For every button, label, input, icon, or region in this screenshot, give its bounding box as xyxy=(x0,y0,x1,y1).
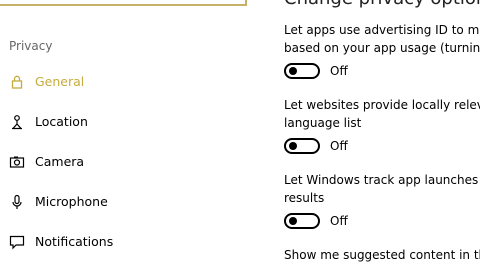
toggle-knob xyxy=(289,217,297,225)
language-list-toggle[interactable] xyxy=(284,138,320,154)
location-person-icon xyxy=(9,114,25,130)
option-text-line: Let websites provide locally relevant co… xyxy=(284,98,480,112)
sidebar-item-label: General xyxy=(35,74,85,89)
search-input[interactable] xyxy=(0,0,247,6)
sidebar-item-label: Microphone xyxy=(35,194,108,209)
sidebar-item-camera[interactable]: Camera xyxy=(0,147,260,177)
option-advertising-id-text: Let apps use advertising ID to make ads … xyxy=(284,21,480,57)
sidebar-section-title: Privacy xyxy=(9,39,53,53)
sidebar-item-location[interactable]: Location xyxy=(0,107,260,137)
sidebar-item-general[interactable]: General xyxy=(0,67,260,97)
lock-icon xyxy=(9,74,25,90)
sidebar-item-label: Notifications xyxy=(35,234,114,249)
track-launches-toggle[interactable] xyxy=(284,213,320,229)
toggle-state-label: Off xyxy=(330,139,348,153)
chat-bubble-icon xyxy=(9,234,25,250)
option-suggested-content-text: Show me suggested content in the Setting… xyxy=(284,246,480,264)
advertising-id-toggle[interactable] xyxy=(284,63,320,79)
camera-icon xyxy=(9,154,25,170)
sidebar-item-label: Camera xyxy=(35,154,85,169)
sidebar-item-label: Location xyxy=(35,114,88,129)
privacy-settings-page: Change privacy options Privacy General L… xyxy=(0,0,480,270)
option-text-line: Let Windows track app launches to improv… xyxy=(284,173,480,187)
toggle-state-label: Off xyxy=(330,214,348,228)
option-text-line: results xyxy=(284,191,325,205)
option-text-line: Let apps use advertising ID to make ads … xyxy=(284,23,480,37)
option-text-line: based on your app usage (turning this of… xyxy=(284,41,480,55)
option-track-launches-text: Let Windows track app launches to improv… xyxy=(284,171,480,207)
option-text-line: Show me suggested content in the Setting… xyxy=(284,248,480,262)
option-text-line: language list xyxy=(284,116,362,130)
toggle-knob xyxy=(289,142,297,150)
toggle-knob xyxy=(289,67,297,75)
page-title: Change privacy options xyxy=(284,0,480,9)
toggle-state-label: Off xyxy=(330,64,348,78)
option-language-list-text: Let websites provide locally relevant co… xyxy=(284,96,480,132)
microphone-icon xyxy=(9,194,25,210)
sidebar-item-microphone[interactable]: Microphone xyxy=(0,187,260,217)
sidebar-item-notifications[interactable]: Notifications xyxy=(0,227,260,257)
